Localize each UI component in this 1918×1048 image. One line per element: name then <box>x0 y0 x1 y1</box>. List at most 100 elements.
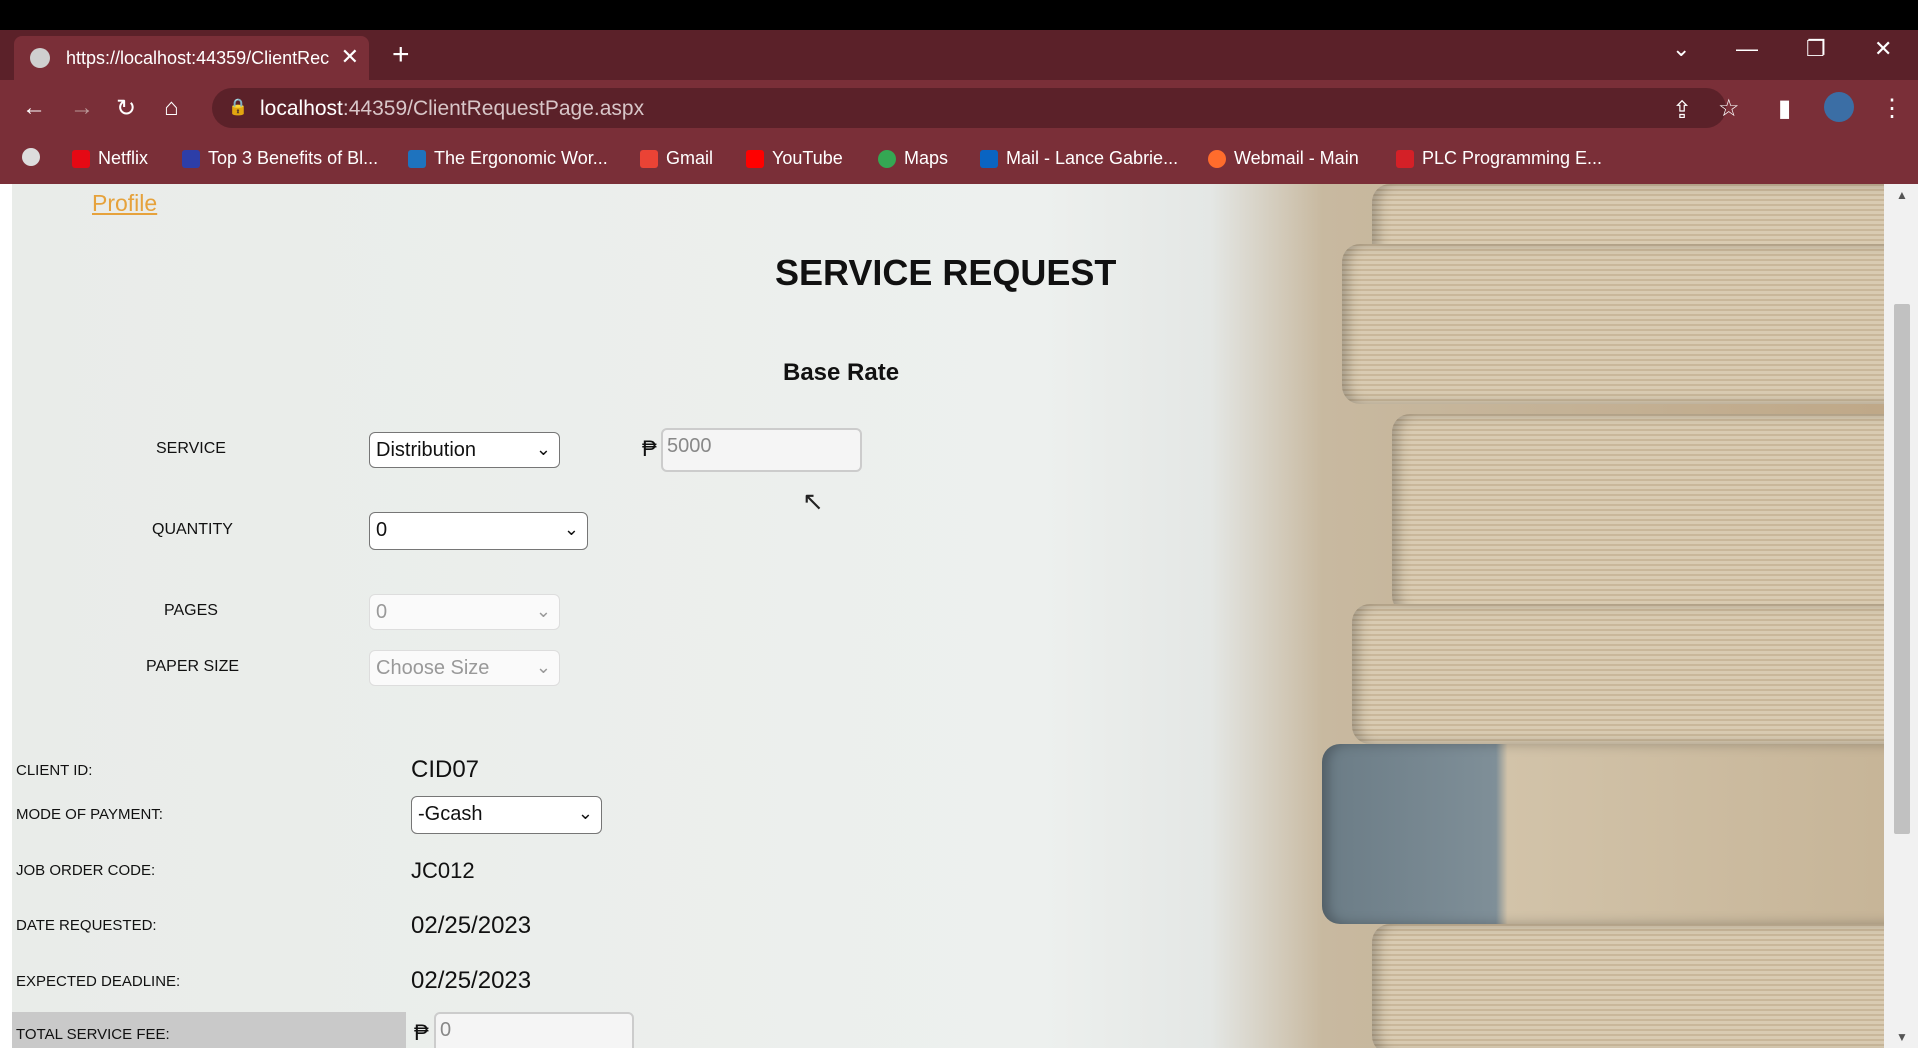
quantity-select-value: 0 <box>376 519 388 541</box>
apps-icon[interactable] <box>22 148 40 166</box>
bookmark-label: Mail - Lance Gabrie... <box>1006 148 1179 168</box>
pages-select-value: 0 <box>376 601 388 623</box>
reload-icon[interactable]: ↻ <box>116 94 136 123</box>
chevron-down-icon: ⌄ <box>563 519 579 539</box>
cpanel-icon <box>1208 149 1226 168</box>
share-icon[interactable]: ⇪ <box>1672 96 1692 125</box>
globe-icon <box>30 48 50 68</box>
side-panel-icon[interactable]: ▮ <box>1778 94 1791 123</box>
chevron-down-icon: ⌄ <box>535 657 551 677</box>
close-tab-icon[interactable]: ✕ <box>341 44 359 70</box>
currency-symbol: ₱ <box>642 436 657 461</box>
date-requested-value: 02/25/2023 <box>411 912 532 939</box>
chevron-down-icon: ⌄ <box>535 439 551 459</box>
total-service-fee-label: TOTAL SERVICE FEE: <box>16 1026 170 1043</box>
chevron-down-icon: ⌄ <box>535 601 551 621</box>
mouse-cursor-icon: ↖ <box>802 486 824 516</box>
plc-icon <box>1396 149 1414 168</box>
browser-tab[interactable]: https://localhost:44359/ClientRec ✕ <box>14 36 369 80</box>
service-label: SERVICE <box>156 440 226 457</box>
lock-icon: 🔒 <box>228 99 248 116</box>
client-id-value: CID07 <box>411 756 480 783</box>
bookmark-ergonomic[interactable]: The Ergonomic Wor... <box>408 148 608 169</box>
page-background: Profile SERVICE REQUEST Base Rate SERVIC… <box>12 184 1884 1048</box>
tab-title: https://localhost:44359/ClientRec <box>66 48 330 68</box>
bookmark-plc[interactable]: PLC Programming E... <box>1396 148 1602 169</box>
mode-of-payment-label: MODE OF PAYMENT: <box>16 806 163 823</box>
expected-deadline-label: EXPECTED DEADLINE: <box>16 973 181 990</box>
tab-strip: https://localhost:44359/ClientRec ✕ + ⌄ … <box>0 30 1918 80</box>
bookmark-maps[interactable]: Maps <box>878 148 948 169</box>
url-path: :44359/ClientRequestPage.aspx <box>342 97 645 120</box>
close-window-icon[interactable]: ✕ <box>1874 36 1892 62</box>
minimize-icon[interactable]: — <box>1736 36 1758 62</box>
job-order-code-value: JC012 <box>411 858 475 883</box>
client-id-label: CLIENT ID: <box>16 762 93 779</box>
bookmark-label: Top 3 Benefits of Bl... <box>208 148 379 168</box>
bookmark-label: PLC Programming E... <box>1422 148 1603 168</box>
profile-link[interactable]: Profile <box>92 190 157 217</box>
mode-of-payment-value: -Gcash <box>418 803 483 825</box>
maps-icon <box>878 149 896 168</box>
quantity-label: QUANTITY <box>152 521 233 538</box>
bookmark-webmail[interactable]: Webmail - Main <box>1208 148 1359 169</box>
books-background-image <box>1312 184 1884 1048</box>
paper-size-label: PAPER SIZE <box>146 658 240 675</box>
star-icon[interactable]: ☆ <box>1718 94 1740 123</box>
youtube-icon <box>746 149 764 168</box>
bookmark-youtube[interactable]: YouTube <box>746 148 843 169</box>
menu-icon[interactable]: ⋮ <box>1880 94 1904 123</box>
bookmark-label: Maps <box>904 148 949 168</box>
tab-search-icon[interactable]: ⌄ <box>1672 36 1690 62</box>
bookmark-label: Webmail - Main <box>1234 148 1359 168</box>
page-viewport: Profile SERVICE REQUEST Base Rate SERVIC… <box>0 184 1918 1048</box>
site-icon <box>182 149 200 168</box>
home-icon[interactable]: ⌂ <box>164 94 179 122</box>
paper-size-select-value: Choose Size <box>376 657 490 679</box>
total-fee-row: TOTAL SERVICE FEE: <box>12 1012 406 1048</box>
paper-size-select[interactable]: Choose Size ⌄ <box>369 650 560 686</box>
bookmark-gmail[interactable]: Gmail <box>640 148 713 169</box>
scroll-down-icon[interactable]: ▼ <box>1896 1030 1908 1044</box>
service-select-value: Distribution <box>376 439 477 461</box>
netflix-icon <box>72 149 90 168</box>
job-order-code-label: JOB ORDER CODE: <box>16 862 156 879</box>
restore-icon[interactable]: ❐ <box>1806 36 1826 62</box>
scroll-up-icon[interactable]: ▲ <box>1896 188 1908 202</box>
pages-label: PAGES <box>164 602 218 619</box>
address-bar[interactable]: 🔒 localhost:44359/ClientRequestPage.aspx… <box>212 88 1740 128</box>
scrollbar-thumb[interactable] <box>1894 304 1910 834</box>
pages-select[interactable]: 0 ⌄ <box>369 594 560 630</box>
url-host: localhost <box>260 97 343 120</box>
date-requested-label: DATE REQUESTED: <box>16 917 157 934</box>
forward-icon[interactable]: → <box>70 94 94 122</box>
base-rate-input[interactable]: 5000 <box>661 428 862 472</box>
avatar[interactable] <box>1824 92 1854 122</box>
bookmark-label: YouTube <box>772 148 843 168</box>
mode-of-payment-select[interactable]: -Gcash ⌄ <box>411 796 602 834</box>
total-service-fee-input[interactable]: 0 <box>434 1012 634 1048</box>
url-text: localhost:44359/ClientRequestPage.aspx <box>260 97 644 121</box>
outlook-icon <box>980 149 998 168</box>
quantity-select[interactable]: 0 ⌄ <box>369 512 588 550</box>
new-tab-icon[interactable]: + <box>392 38 410 72</box>
browser-toolbar: ← → ↻ ⌂ 🔒 localhost:44359/ClientRequestP… <box>0 80 1918 136</box>
bookmark-label: Netflix <box>98 148 149 168</box>
page-title: SERVICE REQUEST <box>775 252 1117 293</box>
bookmark-label: The Ergonomic Wor... <box>434 148 608 168</box>
expected-deadline-value: 02/25/2023 <box>411 967 532 994</box>
bookmark-mail[interactable]: Mail - Lance Gabrie... <box>980 148 1178 169</box>
base-rate-heading: Base Rate <box>783 359 900 386</box>
vertical-scrollbar[interactable]: ▲ ▼ <box>1884 184 1918 1048</box>
currency-symbol: ₱ <box>414 1020 429 1045</box>
bookmark-label: Gmail <box>666 148 714 168</box>
back-icon[interactable]: ← <box>22 94 46 122</box>
service-select[interactable]: Distribution ⌄ <box>369 432 560 468</box>
bookmark-netflix[interactable]: Netflix <box>72 148 148 169</box>
gmail-icon <box>640 149 658 168</box>
window-top-bar <box>0 0 1918 30</box>
pt-icon <box>408 149 426 168</box>
bookmark-top-3-benefits[interactable]: Top 3 Benefits of Bl... <box>182 148 378 169</box>
bookmarks-bar: Netflix Top 3 Benefits of Bl... The Ergo… <box>0 136 1918 184</box>
chevron-down-icon: ⌄ <box>577 803 593 823</box>
